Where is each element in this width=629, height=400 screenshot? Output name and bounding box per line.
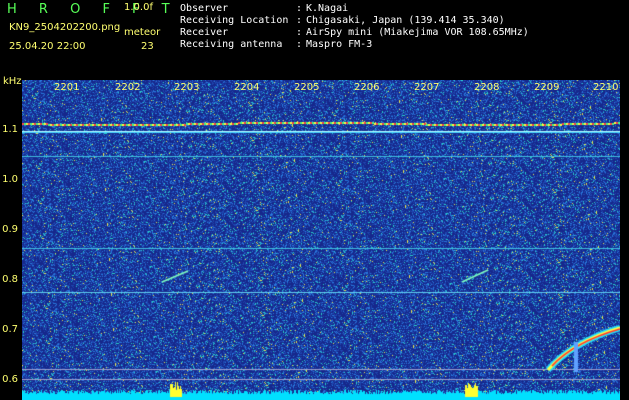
x-tick-label: 2203: [174, 82, 200, 93]
antenna-value: Maspro FM-3: [306, 39, 373, 50]
observer-key: Observer: [180, 3, 229, 14]
location-value: Chigasaki, Japan (139.414 35.340): [306, 15, 505, 26]
meteor-count: 23: [141, 41, 154, 52]
antenna-key: Receiving antenna: [180, 39, 283, 50]
x-tick-label: 2209: [534, 82, 560, 93]
y-tick-label: 0.8: [2, 274, 18, 285]
x-tick-label: 2210: [593, 82, 619, 93]
y-tick-label: 0.7: [2, 324, 18, 335]
x-tick-label: 2204: [234, 82, 260, 93]
spectrogram-window: H R O F F T 1.0.0f KN9_2504202200.png me…: [0, 0, 629, 400]
filter-mode: 1.0.0f: [124, 2, 153, 13]
x-tick-label: 2206: [354, 82, 380, 93]
spectrogram-canvas: [22, 80, 620, 400]
separator: :: [296, 39, 303, 50]
datetime: 25.04.20 22:00: [9, 41, 86, 52]
receiver-value: AirSpy mini (Miakejima VOR 108.65MHz): [306, 27, 529, 38]
receiver-key: Receiver: [180, 27, 229, 38]
separator: :: [296, 27, 303, 38]
y-tick-label: 1.1: [2, 124, 18, 135]
separator: :: [296, 3, 303, 14]
x-tick-label: 2201: [54, 82, 80, 93]
y-tick-label: 1.0: [2, 174, 18, 185]
y-axis-unit: kHz: [3, 76, 22, 87]
y-tick-label: 0.6: [2, 374, 18, 385]
meteor-label: meteor: [124, 27, 161, 38]
filename: KN9_2504202200.png: [9, 22, 121, 33]
observer-value: K.Nagai: [306, 3, 349, 14]
x-tick-label: 2208: [474, 82, 500, 93]
location-key: Receiving Location: [180, 15, 289, 26]
y-tick-label: 0.9: [2, 224, 18, 235]
x-tick-label: 2202: [115, 82, 141, 93]
separator: :: [296, 15, 303, 26]
x-tick-label: 2207: [414, 82, 440, 93]
x-tick-label: 2205: [294, 82, 320, 93]
